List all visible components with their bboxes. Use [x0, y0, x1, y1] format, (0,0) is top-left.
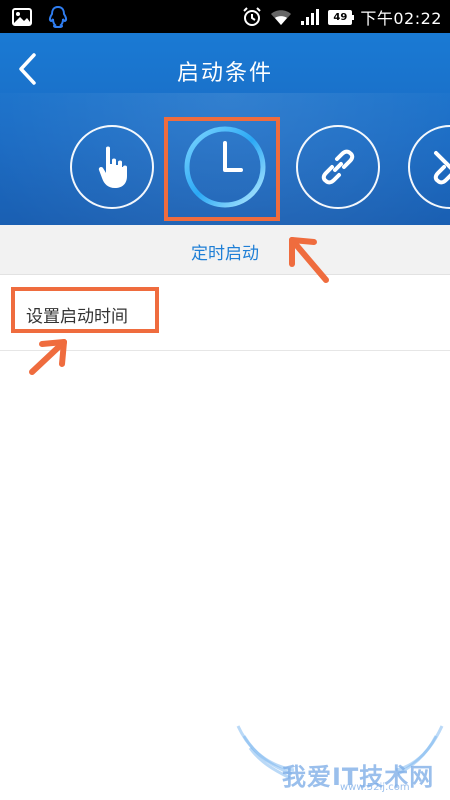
qq-penguin-icon	[48, 6, 68, 28]
condition-hand-tap-button[interactable]	[70, 125, 154, 209]
subbar-label: 定时启动	[191, 244, 259, 264]
annotation-arrow-row	[29, 339, 67, 375]
condition-link-button[interactable]	[296, 125, 380, 209]
annotation-arrow-clock	[289, 237, 329, 283]
wifi-icon	[271, 10, 292, 25]
unlink-icon	[433, 151, 450, 185]
hand-tap-icon	[98, 146, 127, 188]
link-icon	[321, 149, 355, 185]
condition-subbar: 定时启动	[0, 225, 450, 275]
gallery-icon	[12, 8, 32, 26]
status-bar: 49 下午02:22	[0, 0, 450, 33]
status-time: 下午02:22	[360, 9, 442, 28]
highlight-box-row	[11, 287, 159, 333]
condition-unlink-button[interactable]	[408, 125, 450, 209]
watermark-url: www.52ij.com	[340, 782, 410, 793]
page-title: 启动条件	[176, 61, 273, 86]
alarm-icon	[243, 7, 262, 26]
highlight-box-clock	[164, 117, 280, 221]
signal-icon	[301, 9, 320, 25]
battery-icon: 49	[328, 9, 355, 25]
